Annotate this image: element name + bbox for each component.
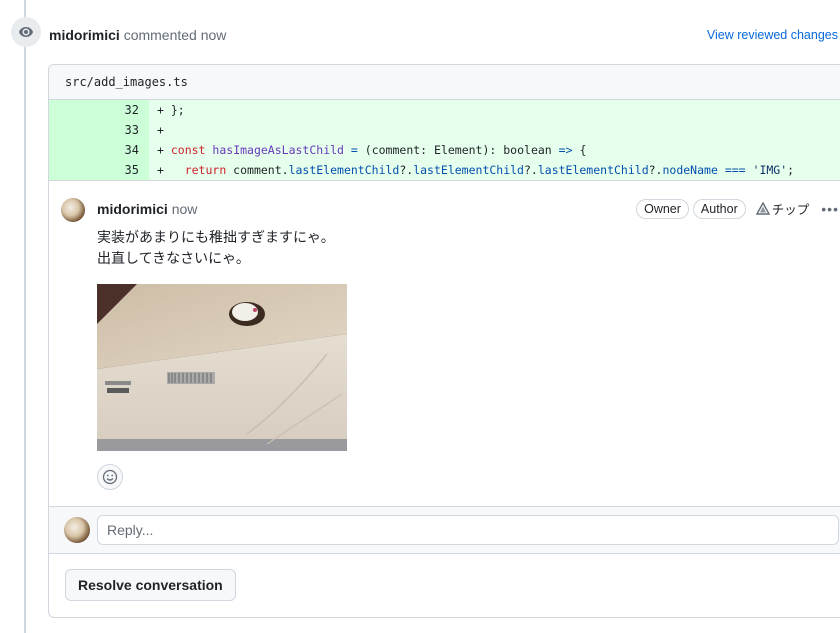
line-number[interactable]: 33 — [49, 120, 149, 140]
code-token: ; — [787, 162, 795, 177]
comment-line: 出直してきなさいにゃ。 — [97, 249, 250, 266]
code-token: => — [558, 143, 573, 157]
diff-line: 35 + return comment.lastElementChild?.las… — [49, 160, 840, 180]
comment-author[interactable]: midorimici — [97, 201, 168, 217]
comment-time[interactable]: now — [172, 201, 198, 217]
diff-line: 32 + }; — [49, 100, 840, 120]
triangle-icon — [755, 202, 770, 215]
code-token: hasImageAsLastChild — [212, 143, 344, 157]
line-number[interactable]: 35 — [49, 160, 149, 180]
comment-image[interactable] — [97, 283, 347, 451]
code-token: lastElementChild — [537, 162, 649, 177]
code-token: nodeName — [662, 162, 718, 177]
code-line: + }; — [149, 100, 840, 120]
view-reviewed-changes-link[interactable]: View reviewed changes — [707, 26, 838, 44]
code-token: + }; — [157, 103, 185, 117]
review-thread: src/add_images.ts 32 + }; 33 +34 + const has… — [48, 64, 840, 618]
event-author[interactable]: midorimici — [49, 27, 120, 43]
line-number[interactable]: 34 — [49, 140, 149, 160]
line-number[interactable]: 32 — [49, 100, 149, 120]
code-token: + — [157, 162, 185, 177]
avatar[interactable] — [64, 516, 90, 543]
add-reaction-button[interactable] — [97, 463, 123, 490]
code-token: lastElementChild — [413, 162, 524, 177]
resolve-conversation-button[interactable]: Resolve conversation — [65, 569, 236, 601]
author-badge: Author — [692, 198, 746, 219]
code-token: return — [184, 162, 227, 177]
code-token: + — [157, 143, 171, 157]
code-token: ?. — [648, 162, 663, 177]
code-token: ?. — [399, 162, 414, 177]
comment-body: 実装があまりにも稚拙すぎますにゃ。 出直してきなさいにゃ。 — [97, 227, 335, 269]
review-comment: midorimici now Owner Author チップ ••• 実装があ… — [49, 181, 840, 507]
code-token: ?. — [523, 162, 538, 177]
diff-line: 34 + const hasImageAsLastChild = (comment… — [49, 140, 840, 160]
more-options-icon[interactable]: ••• — [821, 201, 839, 217]
code-line: + — [149, 120, 840, 140]
code-line: + const hasImageAsLastChild = (comment: … — [149, 140, 840, 160]
code-token: = — [350, 143, 358, 157]
file-path[interactable]: src/add_images.ts — [49, 65, 840, 100]
comment-line: 実装があまりにも稚拙すぎますにゃ。 — [97, 228, 335, 245]
code-token: comment. — [226, 162, 289, 177]
comment-header: midorimici now — [97, 200, 197, 218]
code-token: { — [572, 143, 587, 157]
diff-line: 33 + — [49, 120, 840, 140]
code-token: === — [724, 162, 746, 177]
code-token: (comment: Element): boolean — [357, 143, 559, 157]
code-token: + — [157, 123, 164, 137]
diff-table: 32 + }; 33 +34 + const hasImageAsLastChild =… — [49, 100, 840, 181]
smiley-icon — [102, 469, 118, 484]
reply-bar — [49, 506, 840, 554]
code-token: lastElementChild — [288, 162, 400, 177]
code-line: + return comment.lastElementChild?.lastE… — [149, 160, 840, 180]
tip-button[interactable]: チップ — [755, 199, 810, 218]
eye-icon — [11, 17, 41, 47]
comment-actions: Owner Author チップ ••• — [636, 198, 839, 219]
owner-badge: Owner — [636, 198, 689, 219]
event-action: commented now — [123, 27, 227, 43]
tip-label: チップ — [771, 203, 810, 217]
timeline-line — [24, 0, 26, 633]
code-token: 'IMG' — [752, 162, 788, 177]
reply-input[interactable] — [97, 514, 839, 545]
avatar[interactable] — [61, 197, 85, 222]
code-token: const — [170, 143, 206, 157]
